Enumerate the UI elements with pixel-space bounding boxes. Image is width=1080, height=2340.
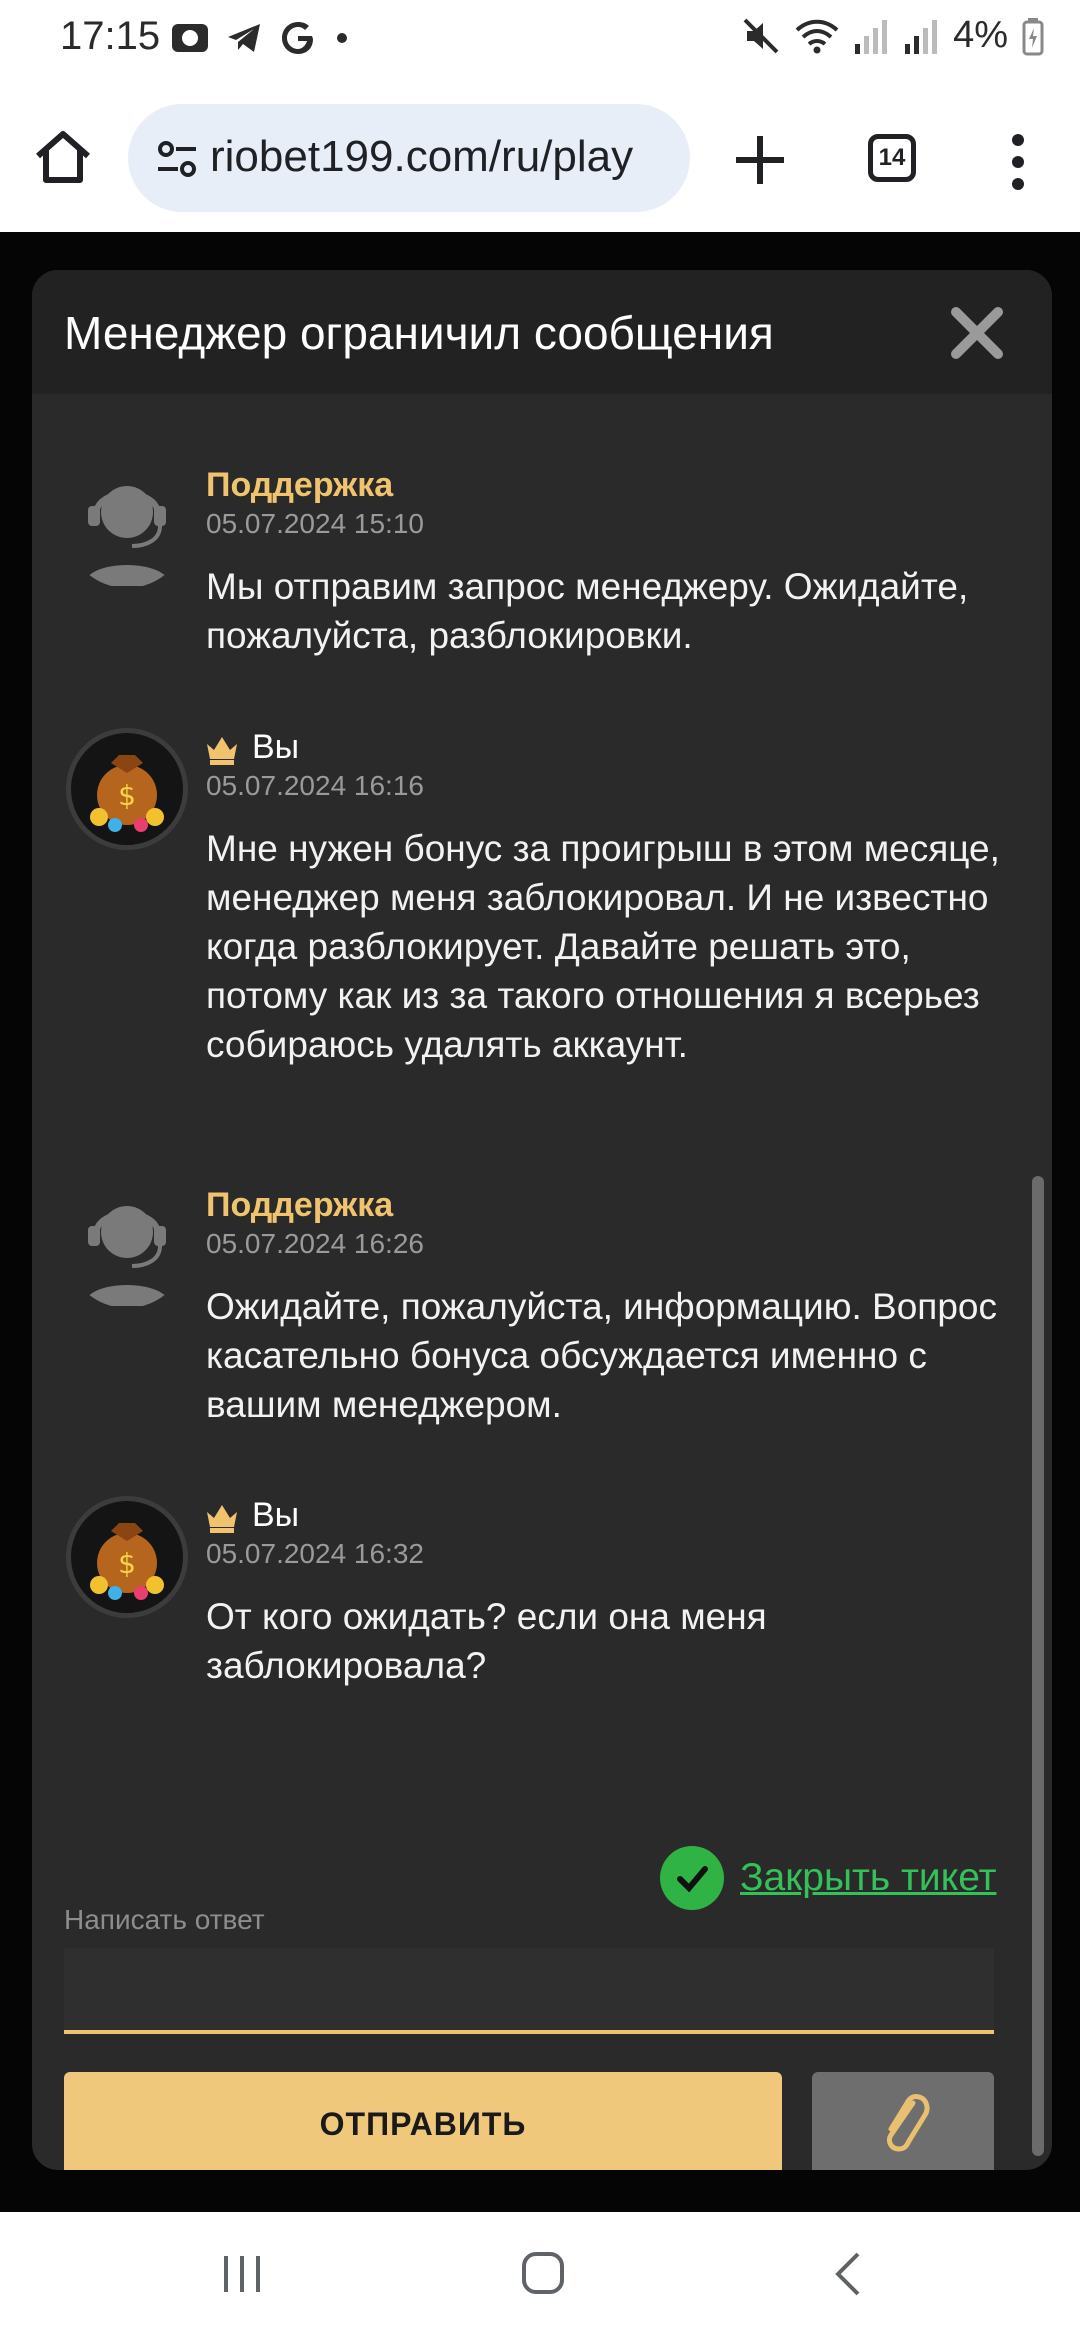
close-ticket-button[interactable]: Закрыть тикет [660, 1846, 996, 1910]
battery-charging-icon [1022, 17, 1044, 55]
support-avatar-icon [84, 486, 170, 586]
modal-title: Менеджер ограничил сообщения [64, 307, 774, 359]
message-date: 05.07.2024 16:16 [206, 770, 424, 801]
support-avatar-icon [84, 1206, 170, 1306]
message-date: 05.07.2024 16:26 [206, 1228, 424, 1259]
google-icon [282, 22, 313, 54]
message-author: Вы [252, 728, 300, 766]
signal-icon [855, 19, 888, 54]
status-bar: 17:15 4% [0, 0, 1080, 84]
attach-button[interactable] [812, 2072, 994, 2170]
crown-icon [207, 737, 237, 765]
close-ticket-link[interactable]: Закрыть тикет [740, 1856, 996, 1900]
recent-apps-icon[interactable] [220, 2252, 264, 2296]
url-text: riobet199.com/ru/play [210, 132, 634, 181]
user-avatar: $ [66, 1496, 188, 1618]
new-tab-icon[interactable] [728, 128, 792, 192]
address-bar[interactable]: riobet199.com/ru/play [128, 104, 690, 212]
message-author: Поддержка [206, 1186, 394, 1224]
message-date: 05.07.2024 16:32 [206, 1538, 424, 1569]
message-text: Мне нужен бонус за проигрыш в этом месяц… [206, 828, 1000, 1065]
tab-switcher-button[interactable]: 14 [868, 134, 916, 182]
vpn-icon [172, 24, 208, 52]
send-button[interactable]: ОТПРАВИТЬ [64, 2072, 782, 2170]
telegram-icon [228, 24, 260, 52]
home-nav-icon[interactable] [520, 2250, 566, 2296]
reply-label: Написать ответ [64, 1904, 265, 1935]
browser-toolbar: riobet199.com/ru/play 14 [0, 84, 1080, 232]
ticket-modal: Менеджер ограничил сообщения Поддержка 0… [32, 270, 1052, 2170]
message-text: Мы отправим запрос менеджеру. Ожидайте, … [206, 566, 969, 656]
message-text: Ожидайте, пожалуйста, информацию. Вопрос… [206, 1286, 997, 1425]
crown-icon [207, 1505, 237, 1533]
user-avatar: $ [66, 728, 188, 850]
message-author: Поддержка [206, 466, 394, 504]
back-icon[interactable] [828, 2250, 868, 2298]
reply-input[interactable] [64, 1948, 994, 2034]
message-date: 05.07.2024 15:10 [206, 508, 424, 539]
money-bag-icon: $ [90, 755, 164, 832]
wifi-icon [795, 19, 839, 53]
system-navigation-bar [0, 2212, 1080, 2340]
message-author: Вы [252, 1496, 300, 1534]
modal-header: Менеджер ограничил сообщения [32, 270, 1052, 394]
status-right: 4% [741, 14, 1044, 57]
signal-icon [905, 19, 938, 54]
scrollbar[interactable] [1032, 1176, 1044, 2156]
status-time: 17:15 [60, 14, 161, 58]
more-menu-icon[interactable] [1006, 130, 1030, 194]
paperclip-icon [886, 2094, 930, 2152]
dot-icon [337, 33, 347, 43]
check-icon [660, 1846, 724, 1910]
status-left-icons [170, 18, 352, 58]
svg-text:$: $ [118, 779, 136, 812]
site-settings-icon[interactable] [152, 134, 202, 184]
home-icon[interactable] [30, 124, 96, 190]
money-bag-icon: $ [90, 1523, 164, 1600]
page-content: Менеджер ограничил сообщения Поддержка 0… [0, 232, 1080, 2212]
mute-icon [743, 18, 779, 53]
message-text: От кого ожидать? если она меня заблокиро… [206, 1596, 767, 1686]
battery-percent: 4% [953, 14, 1008, 56]
close-icon[interactable] [948, 304, 1006, 362]
svg-text:$: $ [118, 1547, 136, 1580]
